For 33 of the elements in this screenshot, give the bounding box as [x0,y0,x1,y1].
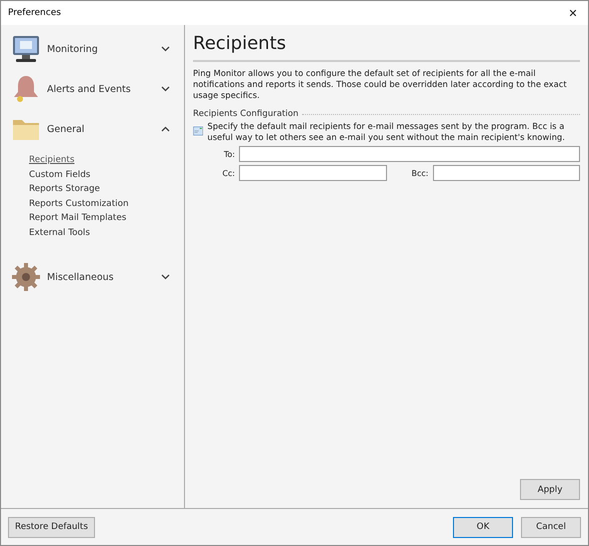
chevron-icon[interactable] [161,46,170,52]
window-title: Preferences [8,8,62,18]
sidebar-group[interactable]: Alerts and Events [47,84,155,94]
sidebar-item[interactable]: Reports Customization [29,198,184,210]
sidebar-item[interactable]: Custom Fields [29,170,184,181]
sidebar-group[interactable]: Miscellaneous [47,272,155,282]
chevron-icon[interactable] [161,126,170,132]
restore-defaults-button[interactable]: Restore Defaults [8,516,95,538]
description-text: Ping Monitor allows you to configure the default set of recipients for all the e-mail notifications and reports it sends. Those could be overridden later according to the exact usage specifics. [193,68,568,101]
sidebar-item[interactable]: Recipients [29,155,184,166]
apply-button[interactable]: Apply [520,479,580,500]
bell-icon [11,74,41,104]
sidebar-item[interactable]: Report Mail Templates [29,213,184,224]
sidebar-item[interactable]: Reports Storage [29,184,184,196]
section-title: Recipients Configuration [193,109,298,119]
field-label: To: [222,150,236,158]
sidebar-group[interactable]: Monitoring [47,44,155,54]
monitor-icon [11,34,41,64]
field-label: Cc: [221,168,236,178]
sidebar-group[interactable]: General [47,124,155,134]
chevron-icon[interactable] [161,274,170,280]
ok-button[interactable]: OK [453,516,513,538]
close-button[interactable]: ✕ [558,1,588,25]
gear-icon [11,262,41,292]
bcc-field[interactable] [432,165,580,181]
cc-field[interactable] [239,165,386,181]
page-title: Recipients [193,31,580,62]
field-label: Bcc: [410,168,430,178]
chevron-icon[interactable] [161,86,170,92]
sidebar-item[interactable]: External Tools [29,228,184,239]
hint-text: Specify the default mail recipients for e-mail messages sent by the program. Bcc is a useful way to let others see an e-mail you sent without the main recipient's knowing. [207,121,566,143]
to-field[interactable] [239,146,580,162]
cancel-button[interactable]: Cancel [521,516,581,538]
